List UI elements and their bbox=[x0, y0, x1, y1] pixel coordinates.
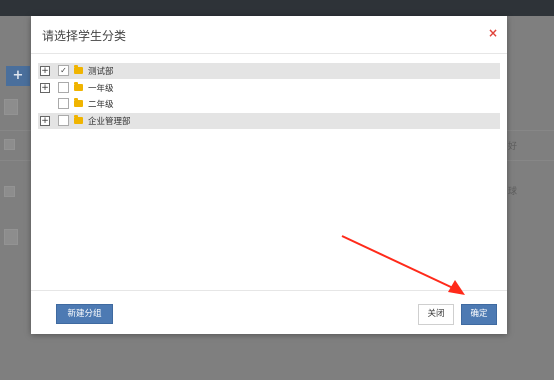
arrow-shaft bbox=[341, 235, 454, 289]
annotation-arrow bbox=[341, 235, 465, 295]
